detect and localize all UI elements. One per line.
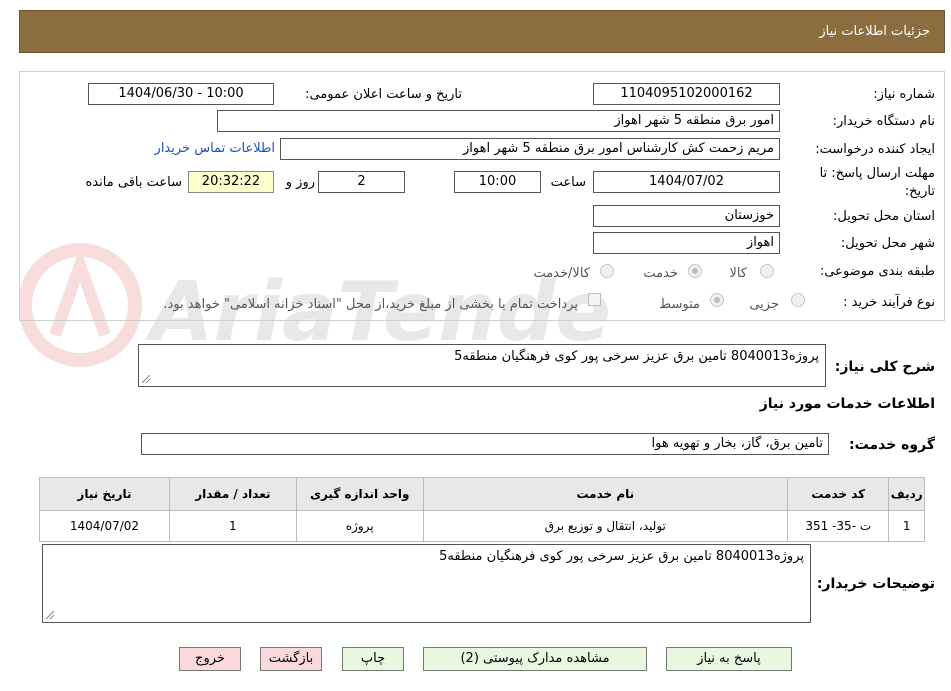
- need-number-field: 1104095102000162: [593, 83, 780, 105]
- buyer-org-field: امور برق منطقه 5 شهر اهواز: [217, 110, 780, 132]
- radio-goods-service[interactable]: [600, 264, 614, 278]
- city-label: شهر محل تحویل:: [840, 236, 935, 251]
- attachments-button[interactable]: مشاهده مدارک پیوستی (2): [423, 647, 647, 671]
- service-group-field: تامین برق، گاز، بخار و تهویه هوا: [141, 433, 829, 455]
- province-field: خوزستان: [593, 205, 780, 227]
- back-button[interactable]: بازگشت: [260, 647, 322, 671]
- deadline-date-field: 1404/07/02: [593, 171, 780, 193]
- summary-textarea[interactable]: پروژه8040013 تامین برق عزیز سرخی پور کوی…: [138, 344, 826, 387]
- deadline-time-label: ساعت: [550, 175, 586, 190]
- buyer-notes-text: پروژه8040013 تامین برق عزیز سرخی پور کوی…: [439, 549, 804, 564]
- remaining-time-label: ساعت باقی مانده: [85, 175, 182, 190]
- province-label: استان محل تحویل:: [833, 209, 935, 224]
- creator-field: مریم زحمت کش کارشناس امور برق منطقه 5 شه…: [280, 138, 780, 160]
- table-row: 1 ت -35- 351 تولید، انتقال و توزیع برق پ…: [39, 510, 925, 542]
- col-quantity: تعداد / مقدار: [168, 477, 297, 511]
- purchase-type-label: نوع فرآیند خرید :: [843, 295, 935, 310]
- cell-service-code: ت -35- 351: [786, 510, 890, 542]
- radio-goods[interactable]: [760, 264, 774, 278]
- cell-quantity: 1: [168, 510, 297, 542]
- col-need-date: تاریخ نیاز: [39, 477, 170, 511]
- deadline-label: مهلت ارسال پاسخ: تا: [819, 166, 935, 181]
- cell-row-number: 1: [888, 510, 925, 542]
- buyer-notes-label: توضیحات خریدار:: [816, 576, 935, 592]
- creator-label: ایجاد کننده درخواست:: [815, 142, 935, 157]
- radio-medium[interactable]: [710, 293, 724, 307]
- radio-goods-label: کالا: [729, 266, 747, 281]
- remaining-time-field: 20:32:22: [188, 171, 274, 193]
- buyer-contact-link[interactable]: اطلاعات تماس خریدار: [155, 141, 275, 156]
- radio-minor[interactable]: [791, 293, 805, 307]
- services-section-title: اطلاعات خدمات مورد نیاز: [759, 396, 935, 412]
- col-service-name: نام خدمت: [422, 477, 789, 511]
- radio-medium-label: متوسط: [659, 297, 700, 312]
- deadline-days-label: روز و: [285, 175, 315, 190]
- deadline-time-field: 10:00: [454, 171, 541, 193]
- page-header: جزئیات اطلاعات نیاز: [19, 10, 945, 53]
- details-panel: [19, 71, 945, 321]
- radio-minor-label: جزیی: [749, 297, 779, 312]
- buyer-notes-textarea[interactable]: پروژه8040013 تامین برق عزیز سرخی پور کوی…: [42, 544, 811, 623]
- page-title: جزئیات اطلاعات نیاز: [819, 24, 930, 39]
- cell-service-name: تولید، انتقال و توزیع برق: [422, 510, 789, 542]
- table-header-row: ردیف کد خدمت نام خدمت واحد اندازه گیری ت…: [39, 477, 925, 511]
- radio-service[interactable]: [688, 264, 702, 278]
- deadline-days-field: 2: [318, 171, 405, 193]
- treasury-payment-checkbox[interactable]: [588, 293, 601, 306]
- services-table: ردیف کد خدمت نام خدمت واحد اندازه گیری ت…: [39, 477, 925, 542]
- exit-button[interactable]: خروج: [179, 647, 241, 671]
- cell-unit: پروژه: [295, 510, 424, 542]
- service-group-label: گروه خدمت:: [849, 437, 935, 453]
- radio-goods-service-label: کالا/خدمت: [533, 266, 590, 281]
- announce-datetime-field: 1404/06/30 - 10:00: [88, 83, 274, 105]
- cell-need-date: 1404/07/02: [39, 510, 170, 542]
- radio-service-label: خدمت: [643, 266, 678, 281]
- reply-button[interactable]: پاسخ به نیاز: [666, 647, 792, 671]
- need-number-label: شماره نیاز:: [873, 87, 935, 102]
- col-unit: واحد اندازه گیری: [295, 477, 424, 511]
- deadline-label-date: تاریخ:: [904, 184, 935, 199]
- category-label: طبقه بندی موضوعی:: [819, 264, 935, 279]
- announce-datetime-label: تاریخ و ساعت اعلان عمومی:: [305, 87, 462, 102]
- summary-text: پروژه8040013 تامین برق عزیز سرخی پور کوی…: [454, 349, 819, 364]
- treasury-payment-note: پرداخت تمام یا بخشی از مبلغ خرید،از محل …: [163, 297, 578, 312]
- col-service-code: کد خدمت: [786, 477, 890, 511]
- city-field: اهواز: [593, 232, 780, 254]
- resize-grip-icon[interactable]: [46, 611, 54, 619]
- print-button[interactable]: چاپ: [342, 647, 404, 671]
- summary-label: شرح کلی نیاز:: [834, 359, 935, 375]
- buyer-org-label: نام دستگاه خریدار:: [832, 114, 935, 129]
- col-row-number: ردیف: [888, 477, 925, 511]
- resize-grip-icon[interactable]: [142, 375, 150, 383]
